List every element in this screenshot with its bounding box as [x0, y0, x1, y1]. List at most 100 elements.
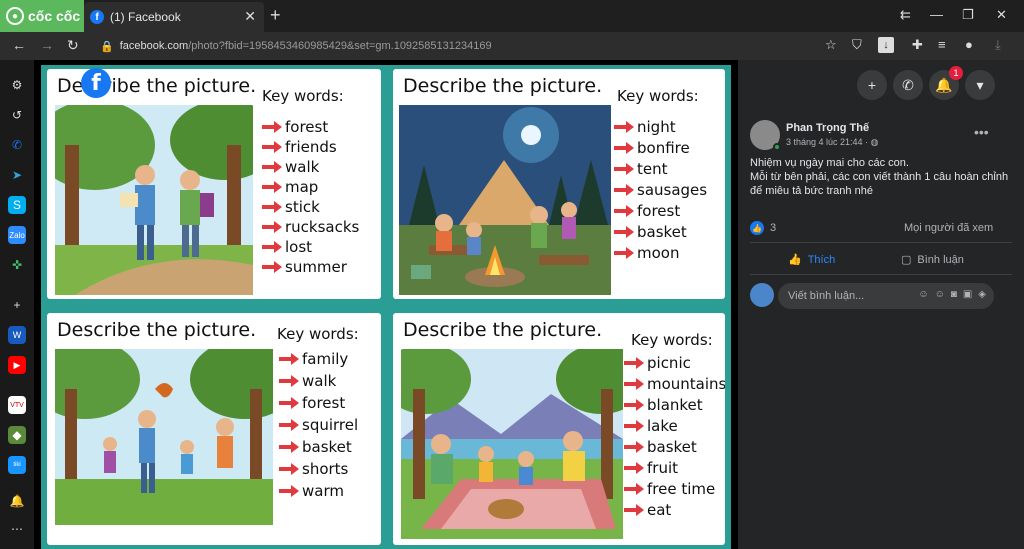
- avatar-sticker-icon[interactable]: ☺: [918, 289, 928, 300]
- extensions-icon[interactable]: ✚: [912, 37, 923, 53]
- post-more-icon[interactable]: •••: [974, 124, 989, 140]
- my-avatar[interactable]: [750, 283, 774, 307]
- keyword-item: shorts: [279, 459, 348, 479]
- messenger-button-icon[interactable]: ✆: [893, 70, 923, 100]
- back-icon[interactable]: ←: [12, 37, 26, 53]
- card-keywords-title: Key words:: [262, 87, 344, 105]
- game-app-icon[interactable]: ◆: [8, 426, 26, 444]
- shield-icon[interactable]: ⛉: [852, 37, 862, 53]
- skype-icon[interactable]: S: [8, 196, 26, 214]
- comment-button[interactable]: ▢ Bình luận: [901, 253, 964, 267]
- create-icon[interactable]: +: [857, 70, 887, 100]
- keyword-text: lost: [285, 238, 313, 256]
- red-arrow-icon: [624, 441, 644, 453]
- globe-icon: ◍: [870, 137, 879, 147]
- red-arrow-icon: [279, 375, 299, 387]
- gamepad-icon[interactable]: ✜: [8, 256, 26, 274]
- tab-facebook[interactable]: f (1) Facebook ✕: [84, 2, 264, 32]
- keyword-item: picnic: [624, 353, 691, 373]
- download-video-icon[interactable]: ↓: [878, 37, 894, 53]
- red-arrow-icon: [262, 241, 282, 253]
- url-field[interactable]: 🔒 facebook.com/photo?fbid=19584534609854…: [100, 35, 820, 57]
- bell-icon[interactable]: 🔔: [8, 492, 26, 510]
- keyword-item: basket: [624, 437, 697, 457]
- sticker-icon[interactable]: ◈: [978, 289, 986, 300]
- red-arrow-icon: [279, 419, 299, 431]
- emoji-icon[interactable]: ☺: [935, 289, 945, 300]
- brand-label: cốc cốc: [28, 8, 81, 24]
- red-arrow-icon: [279, 463, 299, 475]
- post-line-1: Nhiệm vụ ngày mai cho các con.: [750, 157, 909, 169]
- close-tab-icon[interactable]: ✕: [244, 8, 256, 25]
- red-arrow-icon: [624, 504, 644, 516]
- downloads-icon[interactable]: ⤓: [995, 37, 1001, 53]
- keyword-text: family: [302, 350, 349, 368]
- comment-input[interactable]: Viết bình luận... ☺ ☺ ◙ ▣ ◈: [778, 283, 994, 309]
- red-arrow-icon: [614, 247, 634, 259]
- forward-icon[interactable]: →: [40, 37, 54, 53]
- camera-icon[interactable]: ◙: [951, 289, 957, 300]
- keyword-item: blanket: [624, 395, 703, 415]
- keyword-text: squirrel: [302, 416, 359, 434]
- reaction-summary[interactable]: 👍 3: [750, 221, 776, 235]
- like-label: Thích: [807, 253, 836, 266]
- keyword-text: walk: [302, 372, 337, 390]
- keyword-text: lake: [647, 417, 678, 435]
- seen-by[interactable]: Mọi người đã xem: [904, 222, 993, 234]
- worksheet-card-2: Describe the picture. Key words: night b…: [393, 69, 725, 299]
- post-time-text: 3 tháng 4 lúc 21:44 ·: [786, 137, 871, 147]
- word-icon[interactable]: W: [8, 326, 26, 344]
- vtv-icon[interactable]: VTV: [8, 396, 26, 414]
- keyword-item: sausages: [614, 180, 707, 200]
- tab-strip: ● cốc cốc f (1) Facebook ✕ + ⇇ — ❐ ✕: [0, 0, 1024, 32]
- address-bar: ← → ↻ 🔒 facebook.com/photo?fbid=19584534…: [0, 32, 1024, 60]
- photo-viewer[interactable]: Describe the picture. Key words: forest …: [34, 60, 738, 549]
- add-app-icon[interactable]: +: [8, 296, 26, 314]
- browser-brand[interactable]: ● cốc cốc: [0, 0, 84, 32]
- facebook-logo-icon[interactable]: f: [81, 68, 111, 98]
- post-author[interactable]: Phan Trọng Thế: [786, 122, 869, 134]
- keyword-text: shorts: [302, 460, 349, 478]
- red-arrow-icon: [279, 353, 299, 365]
- picture-hiking-friends: [55, 105, 253, 295]
- close-window-icon[interactable]: ✕: [996, 7, 1007, 23]
- keyword-text: basket: [647, 438, 697, 456]
- keyword-item: mountains: [624, 374, 725, 394]
- settings-gear-icon[interactable]: ⚙: [8, 76, 26, 94]
- keyword-item: moon: [614, 243, 679, 263]
- keyword-text: forest: [285, 118, 329, 136]
- history-icon[interactable]: ↺: [8, 106, 26, 124]
- profile-icon[interactable]: ●: [965, 37, 973, 52]
- post-panel: + ✆ 🔔 1 ▾ Phan Trọng Thế 3 tháng 4 lúc 2…: [738, 60, 1024, 549]
- zalo-icon[interactable]: Zalo: [8, 226, 26, 244]
- restore-icon[interactable]: ❐: [962, 7, 974, 23]
- account-menu-chevron-icon[interactable]: ▾: [965, 70, 995, 100]
- red-arrow-icon: [279, 485, 299, 497]
- bookmark-star-icon[interactable]: ☆: [825, 37, 837, 53]
- like-button[interactable]: 👍 Thích: [788, 253, 836, 267]
- more-icon[interactable]: ⋯: [8, 520, 26, 538]
- red-arrow-icon: [614, 205, 634, 217]
- keyword-text: free time: [647, 480, 716, 498]
- keyword-text: mountains: [647, 375, 725, 393]
- keyword-item: forest: [614, 201, 680, 221]
- keyword-text: basket: [637, 223, 687, 241]
- keyword-text: night: [637, 118, 676, 136]
- reload-icon[interactable]: ↻: [67, 37, 79, 54]
- telegram-icon[interactable]: ➤: [8, 166, 26, 184]
- playlist-icon[interactable]: ≡: [938, 37, 946, 52]
- gif-icon[interactable]: ▣: [963, 289, 972, 300]
- keyword-text: warm: [302, 482, 344, 500]
- keyword-item: squirrel: [279, 415, 358, 435]
- new-tab-icon[interactable]: +: [270, 5, 281, 26]
- messenger-icon[interactable]: ✆: [8, 136, 26, 154]
- red-arrow-icon: [262, 261, 282, 273]
- tiki-icon[interactable]: tiki: [8, 456, 26, 474]
- comment-bubble-icon: ▢: [901, 254, 912, 266]
- tab-search-icon[interactable]: ⇇: [900, 7, 911, 23]
- keyword-item: summer: [262, 257, 347, 277]
- like-count: 3: [770, 222, 777, 234]
- post-time[interactable]: 3 tháng 4 lúc 21:44 · ◍: [786, 137, 878, 148]
- youtube-icon[interactable]: ▶: [8, 356, 26, 374]
- minimize-icon[interactable]: —: [930, 7, 943, 22]
